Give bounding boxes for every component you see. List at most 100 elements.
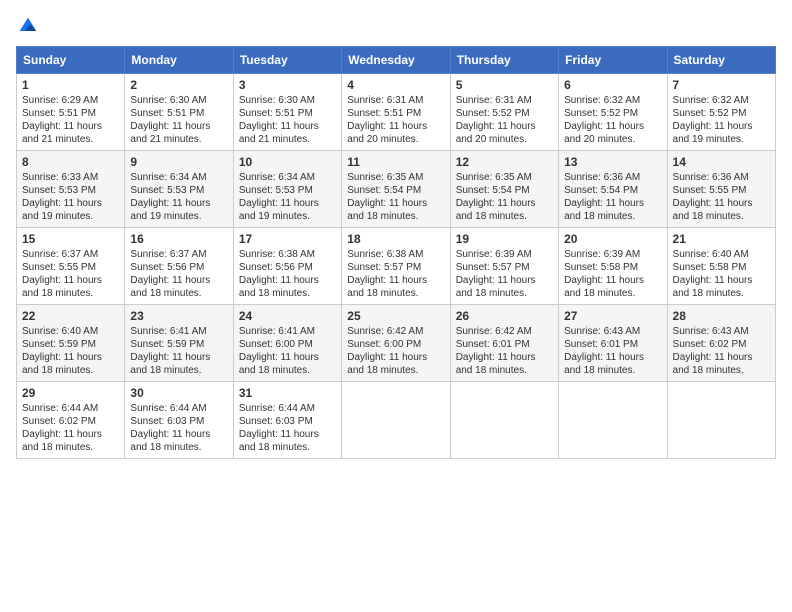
day-number: 4	[347, 78, 444, 92]
calendar-cell: 2 Sunrise: 6:30 AM Sunset: 5:51 PM Dayli…	[125, 74, 233, 151]
day-number: 10	[239, 155, 336, 169]
calendar-cell: 3 Sunrise: 6:30 AM Sunset: 5:51 PM Dayli…	[233, 74, 341, 151]
calendar-cell: 26 Sunrise: 6:42 AM Sunset: 6:01 PM Dayl…	[450, 305, 558, 382]
calendar-cell: 12 Sunrise: 6:35 AM Sunset: 5:54 PM Dayl…	[450, 151, 558, 228]
weekday-header-wednesday: Wednesday	[342, 47, 450, 74]
day-info: Sunrise: 6:41 AM Sunset: 5:59 PM Dayligh…	[130, 325, 227, 377]
day-number: 20	[564, 232, 661, 246]
day-number: 12	[456, 155, 553, 169]
day-info: Sunrise: 6:35 AM Sunset: 5:54 PM Dayligh…	[456, 171, 553, 223]
weekday-row: SundayMondayTuesdayWednesdayThursdayFrid…	[17, 47, 776, 74]
day-number: 22	[22, 309, 119, 323]
day-number: 30	[130, 386, 227, 400]
day-info: Sunrise: 6:40 AM Sunset: 5:58 PM Dayligh…	[673, 248, 770, 300]
calendar-cell: 6 Sunrise: 6:32 AM Sunset: 5:52 PM Dayli…	[559, 74, 667, 151]
calendar-cell	[342, 382, 450, 459]
day-number: 2	[130, 78, 227, 92]
day-info: Sunrise: 6:39 AM Sunset: 5:58 PM Dayligh…	[564, 248, 661, 300]
day-info: Sunrise: 6:37 AM Sunset: 5:55 PM Dayligh…	[22, 248, 119, 300]
day-info: Sunrise: 6:36 AM Sunset: 5:54 PM Dayligh…	[564, 171, 661, 223]
calendar-week-5: 29 Sunrise: 6:44 AM Sunset: 6:02 PM Dayl…	[17, 382, 776, 459]
day-number: 23	[130, 309, 227, 323]
calendar-cell: 30 Sunrise: 6:44 AM Sunset: 6:03 PM Dayl…	[125, 382, 233, 459]
day-info: Sunrise: 6:33 AM Sunset: 5:53 PM Dayligh…	[22, 171, 119, 223]
day-number: 8	[22, 155, 119, 169]
calendar-cell: 4 Sunrise: 6:31 AM Sunset: 5:51 PM Dayli…	[342, 74, 450, 151]
day-info: Sunrise: 6:42 AM Sunset: 6:01 PM Dayligh…	[456, 325, 553, 377]
calendar-cell: 22 Sunrise: 6:40 AM Sunset: 5:59 PM Dayl…	[17, 305, 125, 382]
day-info: Sunrise: 6:30 AM Sunset: 5:51 PM Dayligh…	[239, 94, 336, 146]
calendar-cell: 24 Sunrise: 6:41 AM Sunset: 6:00 PM Dayl…	[233, 305, 341, 382]
day-info: Sunrise: 6:38 AM Sunset: 5:56 PM Dayligh…	[239, 248, 336, 300]
weekday-header-sunday: Sunday	[17, 47, 125, 74]
day-number: 7	[673, 78, 770, 92]
calendar-week-2: 8 Sunrise: 6:33 AM Sunset: 5:53 PM Dayli…	[17, 151, 776, 228]
calendar-cell: 25 Sunrise: 6:42 AM Sunset: 6:00 PM Dayl…	[342, 305, 450, 382]
day-info: Sunrise: 6:35 AM Sunset: 5:54 PM Dayligh…	[347, 171, 444, 223]
day-number: 6	[564, 78, 661, 92]
day-info: Sunrise: 6:43 AM Sunset: 6:01 PM Dayligh…	[564, 325, 661, 377]
day-info: Sunrise: 6:42 AM Sunset: 6:00 PM Dayligh…	[347, 325, 444, 377]
day-info: Sunrise: 6:40 AM Sunset: 5:59 PM Dayligh…	[22, 325, 119, 377]
weekday-header-tuesday: Tuesday	[233, 47, 341, 74]
calendar-week-1: 1 Sunrise: 6:29 AM Sunset: 5:51 PM Dayli…	[17, 74, 776, 151]
day-info: Sunrise: 6:32 AM Sunset: 5:52 PM Dayligh…	[564, 94, 661, 146]
calendar-cell: 20 Sunrise: 6:39 AM Sunset: 5:58 PM Dayl…	[559, 228, 667, 305]
day-number: 3	[239, 78, 336, 92]
calendar-table: SundayMondayTuesdayWednesdayThursdayFrid…	[16, 46, 776, 459]
weekday-header-thursday: Thursday	[450, 47, 558, 74]
weekday-header-monday: Monday	[125, 47, 233, 74]
day-number: 21	[673, 232, 770, 246]
calendar-cell: 14 Sunrise: 6:36 AM Sunset: 5:55 PM Dayl…	[667, 151, 775, 228]
day-number: 9	[130, 155, 227, 169]
day-number: 15	[22, 232, 119, 246]
day-info: Sunrise: 6:44 AM Sunset: 6:03 PM Dayligh…	[130, 402, 227, 454]
day-number: 29	[22, 386, 119, 400]
day-number: 14	[673, 155, 770, 169]
calendar-cell: 31 Sunrise: 6:44 AM Sunset: 6:03 PM Dayl…	[233, 382, 341, 459]
calendar-cell	[450, 382, 558, 459]
day-number: 19	[456, 232, 553, 246]
day-number: 16	[130, 232, 227, 246]
day-info: Sunrise: 6:36 AM Sunset: 5:55 PM Dayligh…	[673, 171, 770, 223]
calendar-cell: 29 Sunrise: 6:44 AM Sunset: 6:02 PM Dayl…	[17, 382, 125, 459]
calendar-body: 1 Sunrise: 6:29 AM Sunset: 5:51 PM Dayli…	[17, 74, 776, 459]
calendar-cell: 17 Sunrise: 6:38 AM Sunset: 5:56 PM Dayl…	[233, 228, 341, 305]
day-info: Sunrise: 6:34 AM Sunset: 5:53 PM Dayligh…	[130, 171, 227, 223]
calendar-cell: 15 Sunrise: 6:37 AM Sunset: 5:55 PM Dayl…	[17, 228, 125, 305]
day-info: Sunrise: 6:41 AM Sunset: 6:00 PM Dayligh…	[239, 325, 336, 377]
day-number: 24	[239, 309, 336, 323]
calendar-cell: 21 Sunrise: 6:40 AM Sunset: 5:58 PM Dayl…	[667, 228, 775, 305]
day-number: 5	[456, 78, 553, 92]
logo	[16, 16, 38, 36]
day-info: Sunrise: 6:39 AM Sunset: 5:57 PM Dayligh…	[456, 248, 553, 300]
calendar-cell: 19 Sunrise: 6:39 AM Sunset: 5:57 PM Dayl…	[450, 228, 558, 305]
calendar-week-4: 22 Sunrise: 6:40 AM Sunset: 5:59 PM Dayl…	[17, 305, 776, 382]
day-info: Sunrise: 6:29 AM Sunset: 5:51 PM Dayligh…	[22, 94, 119, 146]
day-info: Sunrise: 6:30 AM Sunset: 5:51 PM Dayligh…	[130, 94, 227, 146]
calendar-cell: 11 Sunrise: 6:35 AM Sunset: 5:54 PM Dayl…	[342, 151, 450, 228]
calendar-cell: 13 Sunrise: 6:36 AM Sunset: 5:54 PM Dayl…	[559, 151, 667, 228]
calendar-cell	[667, 382, 775, 459]
calendar-cell: 5 Sunrise: 6:31 AM Sunset: 5:52 PM Dayli…	[450, 74, 558, 151]
day-info: Sunrise: 6:38 AM Sunset: 5:57 PM Dayligh…	[347, 248, 444, 300]
day-info: Sunrise: 6:44 AM Sunset: 6:02 PM Dayligh…	[22, 402, 119, 454]
calendar-cell: 18 Sunrise: 6:38 AM Sunset: 5:57 PM Dayl…	[342, 228, 450, 305]
day-info: Sunrise: 6:44 AM Sunset: 6:03 PM Dayligh…	[239, 402, 336, 454]
calendar-cell: 9 Sunrise: 6:34 AM Sunset: 5:53 PM Dayli…	[125, 151, 233, 228]
day-number: 27	[564, 309, 661, 323]
calendar-cell: 16 Sunrise: 6:37 AM Sunset: 5:56 PM Dayl…	[125, 228, 233, 305]
weekday-header-friday: Friday	[559, 47, 667, 74]
weekday-header-saturday: Saturday	[667, 47, 775, 74]
calendar-cell: 23 Sunrise: 6:41 AM Sunset: 5:59 PM Dayl…	[125, 305, 233, 382]
day-info: Sunrise: 6:43 AM Sunset: 6:02 PM Dayligh…	[673, 325, 770, 377]
day-info: Sunrise: 6:31 AM Sunset: 5:51 PM Dayligh…	[347, 94, 444, 146]
calendar-cell: 1 Sunrise: 6:29 AM Sunset: 5:51 PM Dayli…	[17, 74, 125, 151]
calendar-cell: 7 Sunrise: 6:32 AM Sunset: 5:52 PM Dayli…	[667, 74, 775, 151]
logo-icon	[18, 16, 38, 36]
calendar-header: SundayMondayTuesdayWednesdayThursdayFrid…	[17, 47, 776, 74]
day-info: Sunrise: 6:31 AM Sunset: 5:52 PM Dayligh…	[456, 94, 553, 146]
calendar-cell: 8 Sunrise: 6:33 AM Sunset: 5:53 PM Dayli…	[17, 151, 125, 228]
day-number: 31	[239, 386, 336, 400]
day-number: 18	[347, 232, 444, 246]
